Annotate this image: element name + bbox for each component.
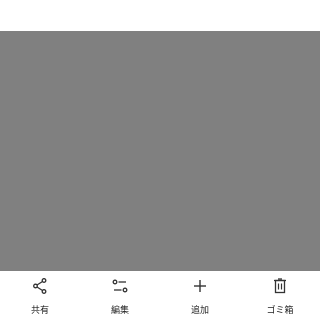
bottom-action-bar: 共有 編集 追加 ゴミ箱 bbox=[0, 271, 320, 320]
share-button[interactable]: 共有 bbox=[0, 271, 80, 320]
photo-viewer-screen: 共有 編集 追加 ゴミ箱 bbox=[0, 0, 320, 320]
top-bar bbox=[0, 0, 320, 31]
trash-button[interactable]: ゴミ箱 bbox=[240, 271, 320, 320]
plus-icon bbox=[194, 280, 206, 292]
trash-button-label: ゴミ箱 bbox=[266, 306, 294, 316]
edit-button-label: 編集 bbox=[110, 306, 129, 316]
edit-button[interactable]: 編集 bbox=[80, 271, 160, 320]
media-viewer[interactable] bbox=[0, 31, 320, 271]
trash-icon bbox=[274, 278, 286, 294]
add-button[interactable]: 追加 bbox=[160, 271, 240, 320]
share-icon bbox=[33, 278, 47, 294]
share-button-label: 共有 bbox=[30, 306, 49, 316]
edit-sliders-icon bbox=[112, 279, 128, 293]
add-button-label: 追加 bbox=[190, 306, 209, 316]
